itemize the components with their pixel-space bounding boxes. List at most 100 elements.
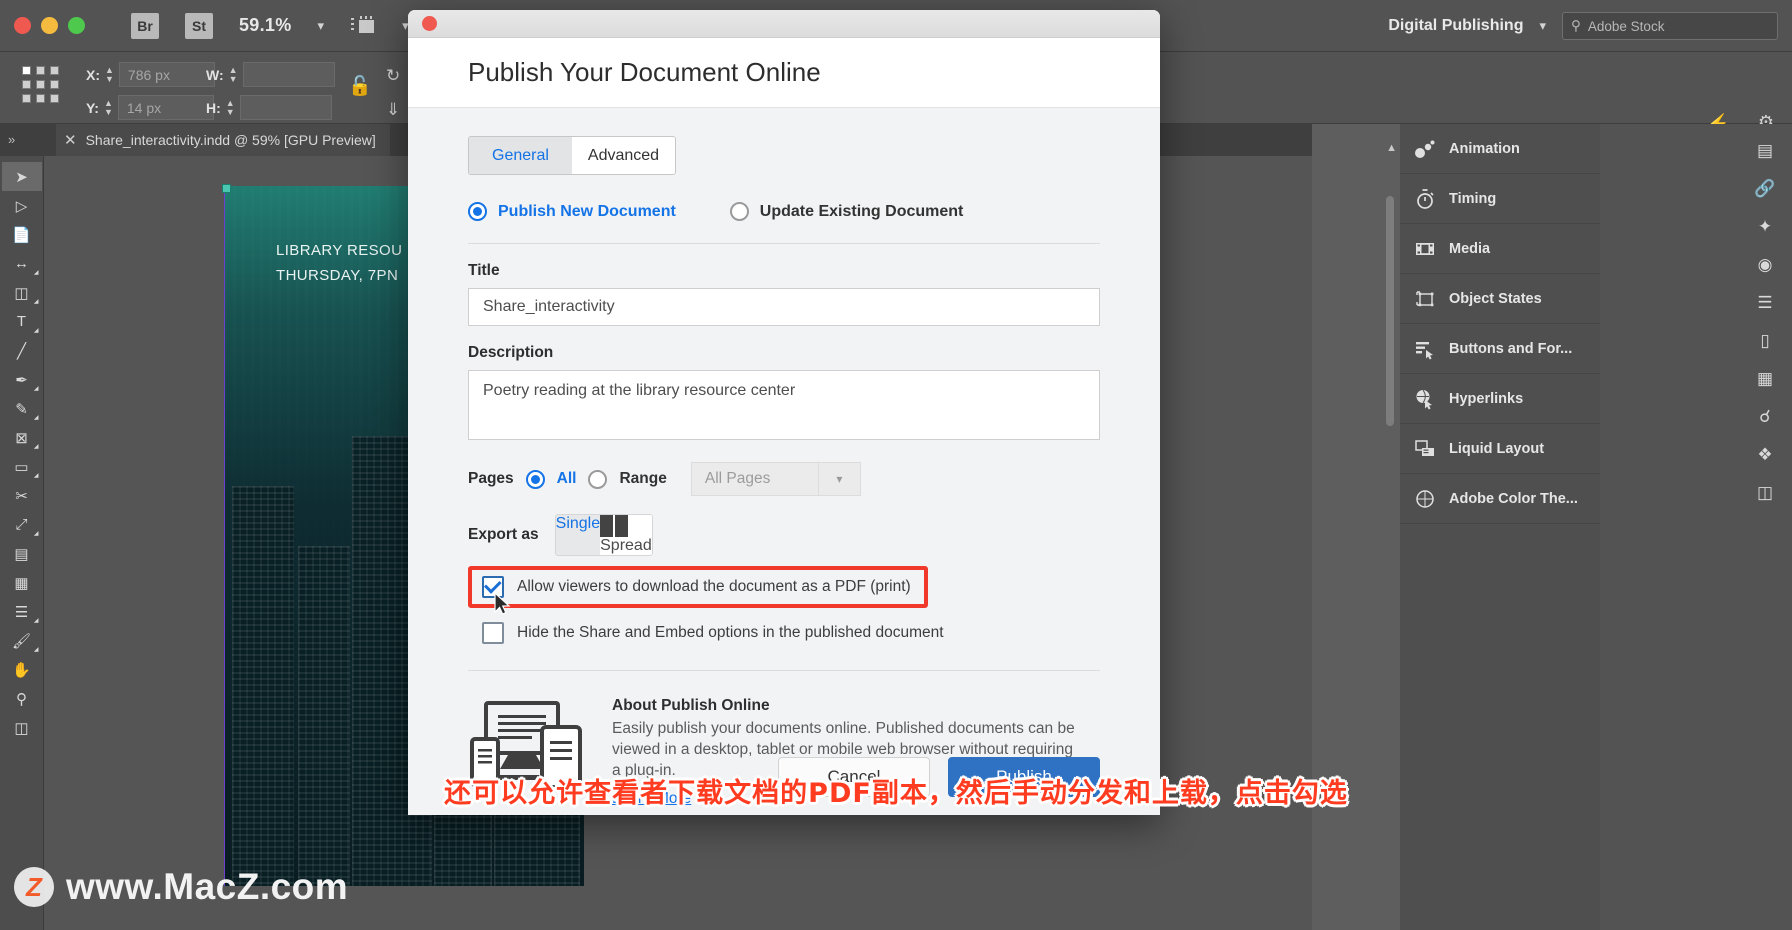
screen-mode-icon[interactable] xyxy=(350,15,376,37)
panel-label: Media xyxy=(1449,240,1491,257)
tool-pencil-tool[interactable]: ✎ ◢ xyxy=(2,394,42,423)
y-stepper[interactable]: ▲ ▼ xyxy=(104,99,113,117)
reference-point-selector[interactable] xyxy=(22,66,66,110)
pages-select[interactable]: All Pages ▾ xyxy=(690,462,861,496)
stock-button[interactable]: St xyxy=(185,12,213,39)
w-field[interactable] xyxy=(242,62,335,87)
panel-item-timing[interactable]: Timing xyxy=(1400,174,1600,224)
panel-item-hyperlinks[interactable]: Hyperlinks xyxy=(1400,374,1600,424)
close-window-button[interactable] xyxy=(14,17,31,34)
paragraph-styles-icon[interactable]: ☌ xyxy=(1748,402,1782,432)
indesign-window: Br St 59.1% ▾ ▾ ▾ Digital Publishing ▾ ⚲… xyxy=(0,0,1792,930)
radio-pages-range[interactable] xyxy=(588,469,608,489)
export-option-spread[interactable]: Spread xyxy=(600,515,652,555)
radio-pages-all[interactable] xyxy=(525,469,545,489)
stroke-icon[interactable]: ▯ xyxy=(1748,326,1782,356)
content-collector-icon: ◫ xyxy=(14,284,29,302)
flip-icon[interactable]: ⇓ xyxy=(386,100,400,120)
tool-direct-selection-tool[interactable]: ▷ xyxy=(2,191,42,220)
constrain-proportions-icon[interactable]: 🔓 xyxy=(348,74,372,98)
swatches-icon[interactable]: ☰ xyxy=(1748,288,1782,318)
adobe-stock-search[interactable]: ⚲ Adobe Stock xyxy=(1562,12,1778,40)
tool-zoom-tool[interactable]: ⚲ xyxy=(2,684,42,713)
description-field-label: Description xyxy=(468,344,554,361)
bridge-button[interactable]: Br xyxy=(131,12,159,39)
h-field[interactable] xyxy=(239,95,332,120)
zoom-chevron-down-icon[interactable]: ▾ xyxy=(318,18,325,34)
tool-free-transform[interactable]: ⤢ ◢ xyxy=(2,510,42,539)
h-stepper[interactable]: ▲ ▼ xyxy=(226,99,235,117)
radio-publish-new-document[interactable] xyxy=(468,202,487,221)
effects-icon[interactable]: ▦ xyxy=(1748,364,1782,394)
selection-handle[interactable] xyxy=(222,184,231,193)
document-tab-label: Share_interactivity.indd @ 59% [GPU Prev… xyxy=(85,132,376,148)
animation-icon xyxy=(1414,138,1436,160)
checkbox-hide-share-embed[interactable] xyxy=(482,622,504,644)
radio-update-existing-document[interactable] xyxy=(729,202,749,221)
color-icon[interactable]: ◉ xyxy=(1748,250,1782,280)
panel-item-object-states[interactable]: Object States xyxy=(1400,274,1600,324)
tool-gradient-swatch[interactable]: ▤ xyxy=(2,539,42,568)
tool-fill-stroke[interactable]: ◫ xyxy=(2,713,42,742)
tab-overflow-icon[interactable]: » xyxy=(8,132,15,147)
tool-hand-tool[interactable]: ✋ xyxy=(2,655,42,684)
tool-gradient-feather[interactable]: ▦ xyxy=(2,568,42,597)
character-styles-icon[interactable]: ❖ xyxy=(1748,440,1782,470)
publish-mode-radio-group: Publish New Document Update Existing Doc… xyxy=(468,202,1100,221)
panel-item-animation[interactable]: Animation xyxy=(1400,124,1600,174)
title-input[interactable]: Share_interactivity xyxy=(468,288,1100,326)
dock-scrollbar[interactable] xyxy=(1386,196,1394,426)
panel-item-media[interactable]: Media xyxy=(1400,224,1600,274)
panel-list: Animation Timing Media Object States But… xyxy=(1400,124,1600,930)
w-stepper[interactable]: ▲ ▼ xyxy=(229,66,238,84)
cancel-button[interactable]: Cancel xyxy=(778,757,930,797)
tool-color-theme[interactable]: 🖌 ◢ xyxy=(2,626,42,655)
document-tab[interactable]: ✕ Share_interactivity.indd @ 59% [GPU Pr… xyxy=(56,124,390,156)
tool-page-tool[interactable]: 📄 xyxy=(2,220,42,249)
magnifier-icon: ⚲ xyxy=(16,690,27,708)
maximize-window-button[interactable] xyxy=(68,17,85,34)
pages-all-label: All xyxy=(556,470,577,487)
panel-item-liquid-layout[interactable]: Liquid Layout xyxy=(1400,424,1600,474)
zoom-level-value[interactable]: 59.1% xyxy=(239,15,292,36)
workspace-chevron-down-icon[interactable]: ▾ xyxy=(1539,18,1546,34)
buttons-forms-icon xyxy=(1414,338,1436,360)
export-option-single[interactable]: Single xyxy=(555,515,601,555)
hide-share-embed-row: Hide the Share and Embed options in the … xyxy=(468,622,1100,644)
tool-note-tool[interactable]: ☰ ◢ xyxy=(2,597,42,626)
description-textarea[interactable]: Poetry reading at the library resource c… xyxy=(468,370,1100,440)
tool-gap-tool[interactable]: ↔ ◢ xyxy=(2,249,42,278)
y-field[interactable]: 14 px xyxy=(117,95,214,120)
publish-button[interactable]: Publish xyxy=(948,757,1100,797)
hyperlinks-icon xyxy=(1414,388,1436,410)
links-icon[interactable]: 🔗 xyxy=(1748,174,1782,204)
object-states-icon xyxy=(1414,288,1436,310)
rotate-icon[interactable]: ↻ xyxy=(386,66,400,86)
panel-item-buttons-and-forms[interactable]: Buttons and For... xyxy=(1400,324,1600,374)
workspace-switcher[interactable]: Digital Publishing xyxy=(1388,17,1523,35)
tool-frame-tool[interactable]: ⊠ ◢ xyxy=(2,423,42,452)
close-icon[interactable]: ✕ xyxy=(64,131,77,149)
tool-content-collector[interactable]: ◫ ◢ xyxy=(2,278,42,307)
libraries-icon[interactable]: ◫ xyxy=(1748,478,1782,508)
watermark-badge: Z xyxy=(14,867,54,907)
tool-rectangle-tool[interactable]: ▭ ◢ xyxy=(2,452,42,481)
pen-tool-icon: ✒ xyxy=(15,371,28,389)
tab-general[interactable]: General xyxy=(469,137,572,174)
tool-line-tool[interactable]: ╱ xyxy=(2,336,42,365)
tool-pen-tool[interactable]: ✒ ◢ xyxy=(2,365,42,394)
scroll-up-icon[interactable]: ▲ xyxy=(1386,142,1397,154)
pages-icon[interactable]: ▤ xyxy=(1748,136,1782,166)
gap-tool-icon: ↔ xyxy=(14,255,29,272)
layers-icon[interactable]: ✦ xyxy=(1748,212,1782,242)
tool-selection-tool[interactable]: ➤ xyxy=(1,162,42,191)
minimize-window-button[interactable] xyxy=(41,17,58,34)
dialog-close-button[interactable] xyxy=(422,16,437,31)
panel-item-adobe-color-themes[interactable]: Adobe Color The... xyxy=(1400,474,1600,524)
watermark-text: www.MacZ.com xyxy=(66,866,349,907)
tool-scissors-tool[interactable]: ✂ xyxy=(2,481,42,510)
tool-type-tool[interactable]: T ◢ xyxy=(2,307,42,336)
x-stepper[interactable]: ▲ ▼ xyxy=(105,66,114,84)
x-field[interactable]: 786 px xyxy=(118,62,215,87)
tab-advanced[interactable]: Advanced xyxy=(572,137,675,174)
